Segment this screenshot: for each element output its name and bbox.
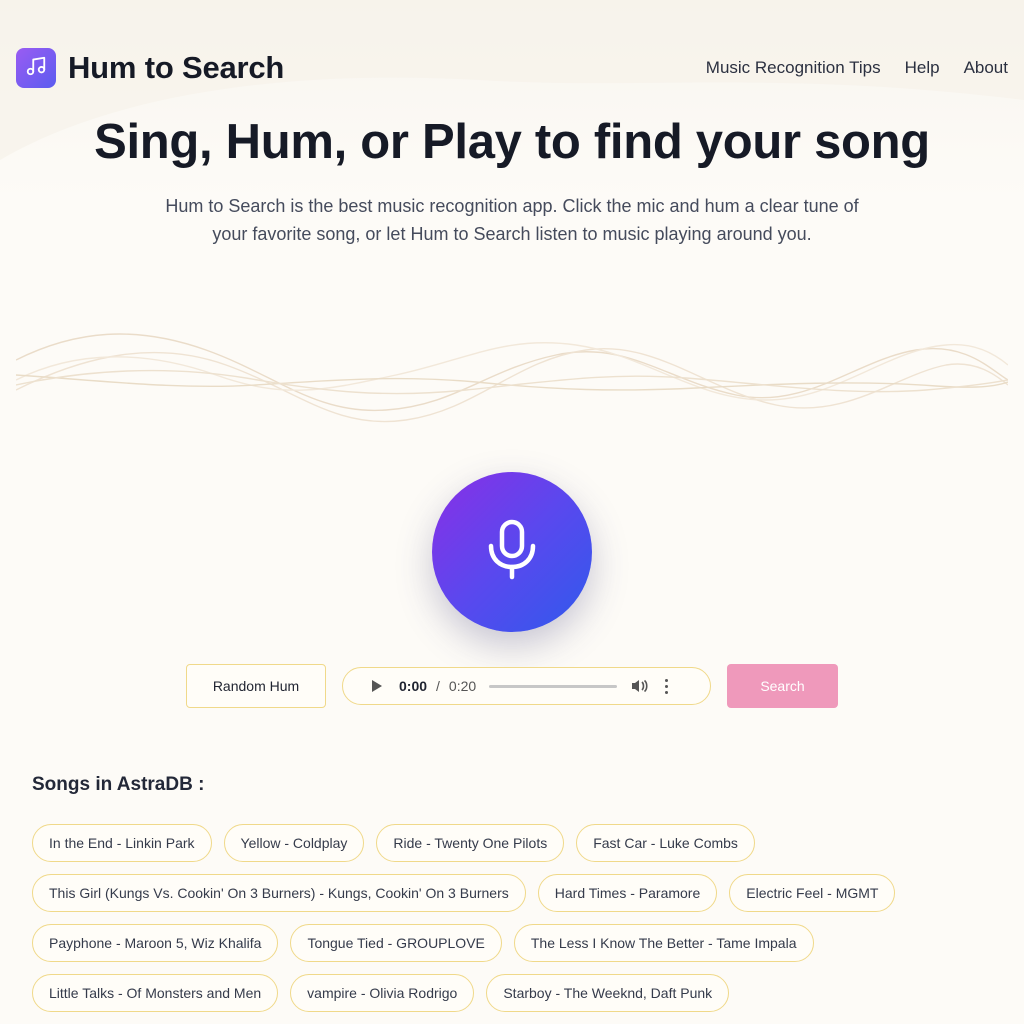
- duration: 0:20: [448, 678, 477, 694]
- random-hum-button[interactable]: Random Hum: [186, 664, 326, 708]
- hero-subtitle: Hum to Search is the best music recognit…: [165, 196, 859, 244]
- nav-music-recognition-tips[interactable]: Music Recognition Tips: [706, 58, 881, 78]
- search-button[interactable]: Search: [727, 664, 838, 708]
- song-chip[interactable]: Fast Car - Luke Combs: [576, 824, 755, 862]
- song-chip[interactable]: This Girl (Kungs Vs. Cookin' On 3 Burner…: [32, 874, 526, 912]
- play-icon[interactable]: [371, 679, 385, 693]
- song-chip[interactable]: Little Talks - Of Monsters and Men: [32, 974, 279, 1012]
- sound-wave-decoration: [16, 333, 1008, 423]
- song-chip[interactable]: Electric Feel - MGMT: [729, 874, 896, 912]
- song-chip[interactable]: Starboy - The Weeknd, Daft Punk: [486, 974, 730, 1012]
- song-row: This Girl (Kungs Vs. Cookin' On 3 Burner…: [32, 874, 896, 912]
- song-chip[interactable]: Tongue Tied - GROUPLOVE: [290, 924, 502, 962]
- volume-icon[interactable]: [631, 678, 649, 694]
- songs-section-title: Songs in AstraDB :: [32, 774, 205, 795]
- microphone-button[interactable]: [432, 472, 592, 632]
- song-row: Payphone - Maroon 5, Wiz Khalifa Tongue …: [32, 924, 814, 962]
- nav-help[interactable]: Help: [905, 58, 940, 78]
- hero-title: Sing, Hum, or Play to find your song: [94, 115, 930, 169]
- brand-title[interactable]: Hum to Search: [68, 50, 284, 86]
- song-chip[interactable]: The Less I Know The Better - Tame Impala: [513, 924, 814, 962]
- progress-bar[interactable]: [489, 684, 618, 688]
- header: Hum to Search Music Recognition Tips Hel…: [16, 48, 1008, 88]
- music-note-icon: [25, 55, 47, 82]
- song-chip[interactable]: vampire - Olivia Rodrigo: [290, 974, 475, 1012]
- top-nav: Music Recognition Tips Help About: [706, 58, 1008, 78]
- audio-player: 0:00 / 0:20: [342, 667, 711, 705]
- time-separator: /: [436, 678, 440, 694]
- song-chip[interactable]: Hard Times - Paramore: [537, 874, 718, 912]
- song-chip[interactable]: Payphone - Maroon 5, Wiz Khalifa: [32, 924, 279, 962]
- app-logo[interactable]: [16, 48, 56, 88]
- microphone-icon: [486, 519, 538, 586]
- nav-about[interactable]: About: [964, 58, 1008, 78]
- song-chip[interactable]: In the End - Linkin Park: [32, 824, 212, 862]
- more-options-icon[interactable]: [663, 678, 669, 694]
- song-row: Little Talks - Of Monsters and Men vampi…: [32, 974, 730, 1012]
- page: Hum to Search Music Recognition Tips Hel…: [0, 0, 1024, 1024]
- song-row: In the End - Linkin Park Yellow - Coldpl…: [32, 824, 755, 862]
- background-wash: [0, 0, 1024, 200]
- current-time: 0:00: [399, 678, 428, 694]
- song-chip[interactable]: Ride - Twenty One Pilots: [376, 824, 565, 862]
- song-chip[interactable]: Yellow - Coldplay: [223, 824, 365, 862]
